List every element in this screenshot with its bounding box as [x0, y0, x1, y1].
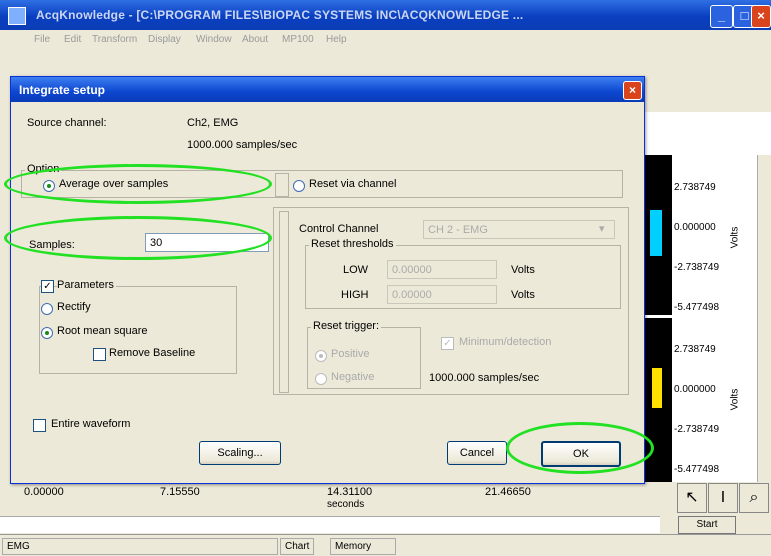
- volts-label: Volts: [511, 289, 535, 301]
- average-radio[interactable]: [43, 180, 55, 192]
- high-label: HIGH: [341, 289, 369, 301]
- waveform-integrated: [652, 368, 662, 408]
- negative-radio[interactable]: [315, 373, 327, 385]
- samples-input[interactable]: 30: [145, 233, 269, 252]
- vertical-scrollbar[interactable]: [757, 155, 771, 485]
- option-divider: [275, 173, 289, 197]
- zoom-tool-icon[interactable]: ⌕: [739, 483, 769, 513]
- parameters-checkbox[interactable]: ✓: [41, 280, 54, 293]
- time-tick: 7.15550: [160, 486, 200, 498]
- control-channel-label: Control Channel: [299, 223, 379, 235]
- menu-file[interactable]: File: [34, 34, 50, 45]
- rms-radio[interactable]: [41, 327, 53, 339]
- integrate-setup-dialog: Integrate setup × Source channel: Ch2, E…: [10, 76, 645, 484]
- dialog-title: Integrate setup: [19, 83, 106, 97]
- sample-rate: 1000.000 samples/sec: [187, 139, 298, 151]
- status-memory[interactable]: Memory: [330, 538, 396, 555]
- rms-label: Root mean square: [57, 325, 148, 337]
- scale-label: -2.738749: [674, 424, 720, 435]
- scale-label: 0.000000: [674, 222, 716, 233]
- menu-mp100[interactable]: MP100: [282, 34, 314, 45]
- dialog-close-button[interactable]: ×: [623, 81, 642, 100]
- volts-label: Volts: [511, 264, 535, 276]
- cancel-button[interactable]: Cancel: [447, 441, 507, 465]
- entire-waveform-checkbox[interactable]: [33, 419, 46, 432]
- control-channel-select[interactable]: CH 2 - EMG: [423, 220, 615, 239]
- minimum-checkbox[interactable]: ✓: [441, 337, 454, 350]
- chevron-down-icon[interactable]: ▾: [599, 222, 605, 235]
- status-bar: EMG Chart Memory: [0, 534, 771, 556]
- menu-bar: File Edit Transform Display Window About…: [0, 30, 771, 50]
- low-threshold-input[interactable]: 0.00000: [387, 260, 497, 279]
- positive-label: Positive: [331, 348, 370, 360]
- reset-via-channel-radio[interactable]: [293, 180, 305, 192]
- source-channel-value: Ch2, EMG: [187, 117, 239, 129]
- samples-label: Samples:: [29, 239, 75, 251]
- menu-about[interactable]: About: [242, 34, 268, 45]
- reset-trigger-legend: Reset trigger:: [311, 320, 382, 332]
- horizontal-scrollbar[interactable]: [0, 516, 660, 533]
- tool-palette: ↖ I ⌕: [677, 483, 771, 515]
- minimize-button[interactable]: _: [710, 5, 733, 28]
- average-label: Average over samples: [59, 178, 169, 190]
- ok-button[interactable]: OK: [541, 441, 621, 467]
- window-title: AcqKnowledge - [C:\PROGRAM FILES\BIOPAC …: [36, 8, 524, 22]
- unit-label: Volts: [729, 388, 741, 411]
- menu-help[interactable]: Help: [326, 34, 347, 45]
- negative-label: Negative: [331, 371, 375, 383]
- app-icon: [8, 7, 26, 25]
- high-threshold-input[interactable]: 0.00000: [387, 285, 497, 304]
- remove-baseline-checkbox[interactable]: [93, 348, 106, 361]
- main-title-bar[interactable]: AcqKnowledge - [C:\PROGRAM FILES\BIOPAC …: [0, 0, 771, 30]
- waveform-emg: [650, 210, 662, 256]
- time-tick: 21.46650: [485, 486, 531, 498]
- menu-window[interactable]: Window: [196, 34, 232, 45]
- menu-edit[interactable]: Edit: [64, 34, 81, 45]
- unit-label: Volts: [729, 226, 741, 249]
- reset-thresholds-legend: Reset thresholds: [309, 238, 396, 250]
- parameters-label: Parameters: [57, 279, 116, 291]
- scale-label: 0.000000: [674, 384, 716, 395]
- close-button[interactable]: ×: [751, 5, 771, 28]
- time-axis: 0.00000 7.15550 14.31100 seconds 21.4665…: [0, 482, 771, 516]
- rectify-radio[interactable]: [41, 303, 53, 315]
- time-tick: 14.31100: [327, 486, 373, 498]
- minimum-label: Minimum/detection: [459, 336, 552, 348]
- time-unit: seconds: [327, 499, 365, 510]
- menu-display[interactable]: Display: [148, 34, 181, 45]
- start-button[interactable]: Start: [678, 516, 736, 534]
- ibeam-tool-icon[interactable]: I: [708, 483, 738, 513]
- entire-waveform-label: Entire waveform: [51, 418, 131, 430]
- rectify-label: Rectify: [57, 301, 91, 313]
- scale-label: -5.477498: [674, 464, 720, 475]
- option-legend: Option: [25, 163, 62, 175]
- panel-divider: [279, 211, 289, 393]
- positive-radio[interactable]: [315, 350, 327, 362]
- scale-label: -2.738749: [674, 262, 720, 273]
- remove-baseline-label: Remove Baseline: [109, 347, 196, 359]
- amplitude-scale: 2.738749 0.000000 -2.738749 -5.477498 2.…: [672, 160, 747, 482]
- status-channel: EMG: [2, 538, 278, 555]
- low-label: LOW: [343, 264, 369, 276]
- scale-label: -5.477498: [674, 302, 720, 313]
- status-chart[interactable]: Chart: [280, 538, 314, 555]
- reset-via-channel-label: Reset via channel: [309, 178, 397, 190]
- dialog-title-bar[interactable]: Integrate setup ×: [11, 77, 644, 102]
- source-channel-label: Source channel:: [27, 117, 107, 129]
- menu-transform[interactable]: Transform: [92, 34, 137, 45]
- control-sample-rate: 1000.000 samples/sec: [429, 372, 540, 384]
- scale-label: 2.738749: [674, 182, 716, 193]
- time-tick: 0.00000: [24, 486, 64, 498]
- scaling-button[interactable]: Scaling...: [199, 441, 281, 465]
- arrow-tool-icon[interactable]: ↖: [677, 483, 707, 513]
- scale-label: 2.738749: [674, 344, 716, 355]
